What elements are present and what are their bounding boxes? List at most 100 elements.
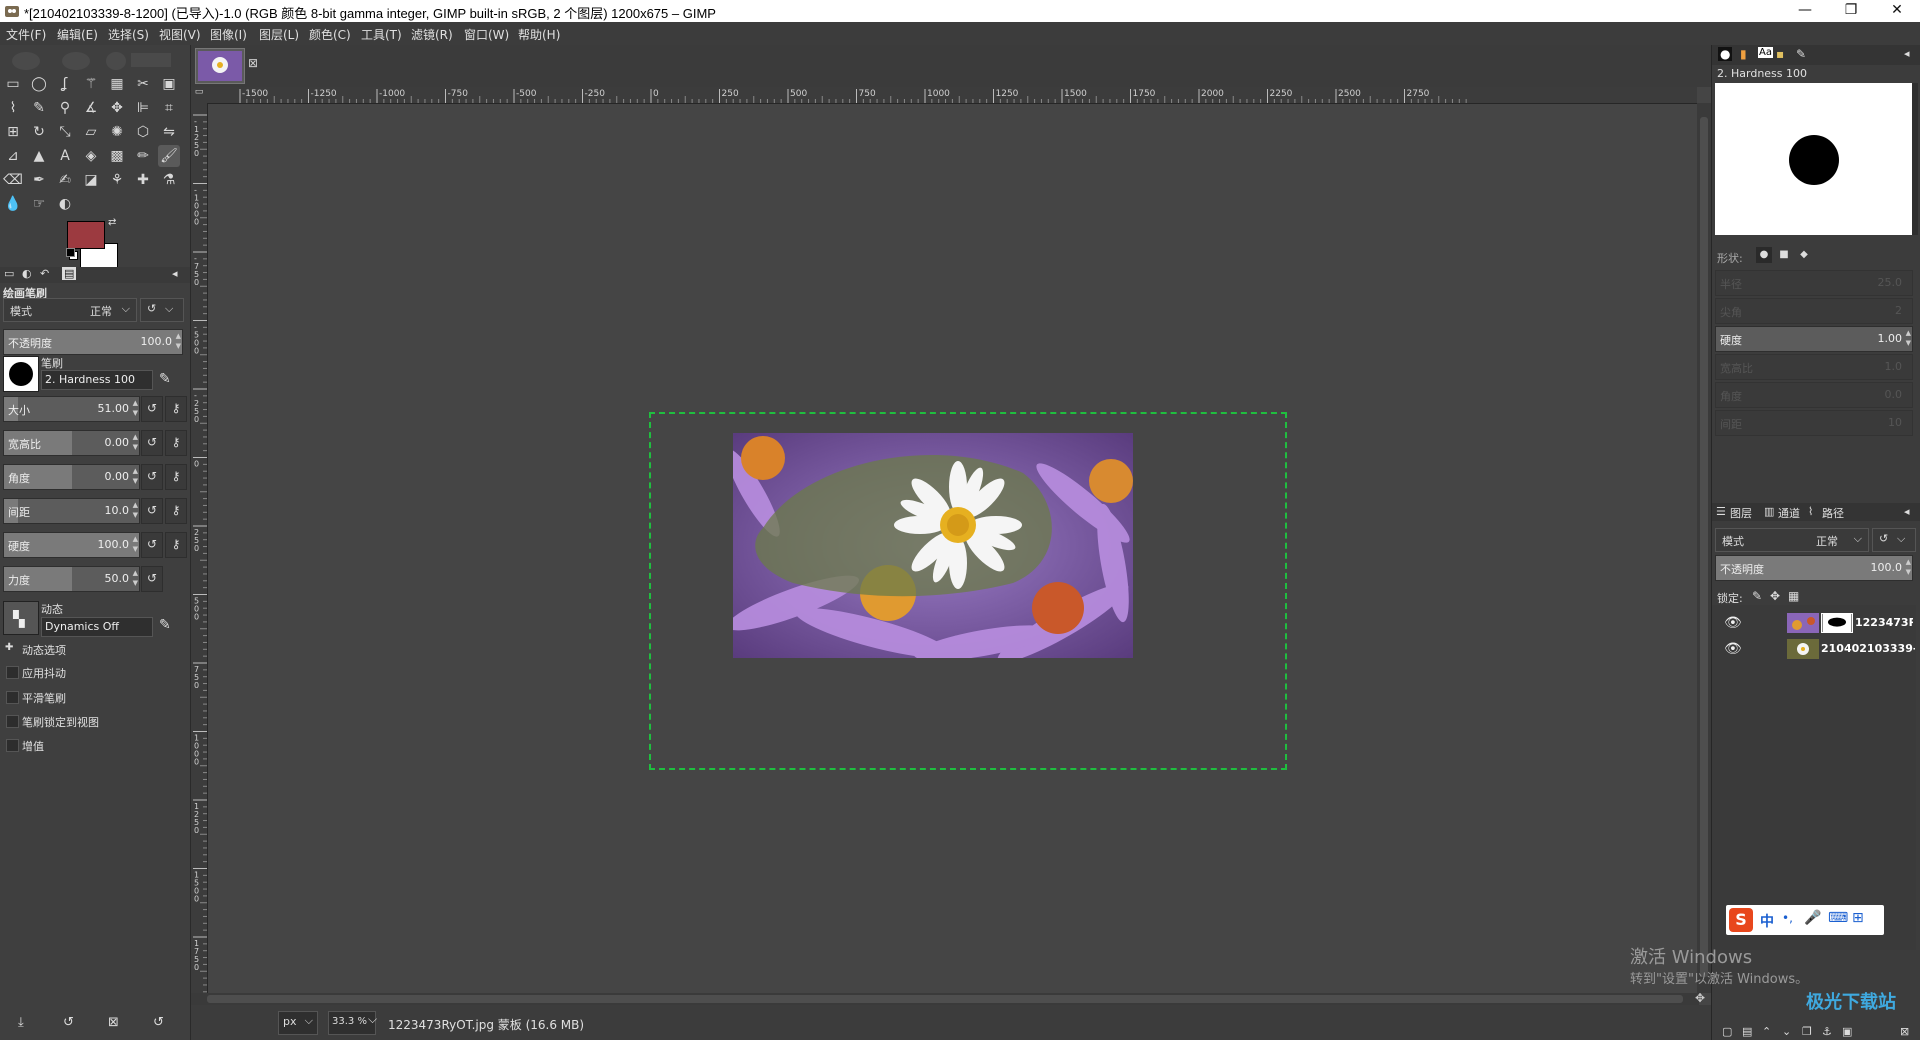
fonts-tab-icon[interactable]: Aa [1758,47,1773,58]
edit-dynamics-icon[interactable]: ✎ [159,617,171,633]
dodge-burn-icon[interactable]: ◐ [54,193,76,215]
reset-spacing-icon[interactable]: ↺ [141,498,163,524]
lock-position-icon[interactable]: ✥ [1770,589,1780,603]
opacity-slider[interactable]: 不透明度 100.0 ▲ ▼ [3,329,183,355]
edit-brush-icon[interactable]: ✎ [159,371,171,387]
reset-aspect-icon[interactable]: ↺ [141,430,163,456]
brush-aspect-slider[interactable]: 宽高比 1.0 [1715,354,1913,380]
configure-tab-icon[interactable]: ◂ [172,267,178,280]
horizontal-scrollbar[interactable] [191,993,1699,1005]
layer-composite-combo[interactable]: ↺ ⌵ [1872,528,1916,552]
aspect-slider[interactable]: 宽高比 0.00 ▲ ▼ [3,430,140,456]
spin-arrows-icon[interactable]: ▲ ▼ [133,534,138,554]
mode-combo[interactable]: 模式 正常 ⌵ [3,298,137,322]
fill-icon[interactable]: ◈ [80,145,102,167]
delete-layer-icon[interactable]: ⊠ [1900,1025,1909,1038]
mypaint-brushes-tab-icon[interactable]: ✎ [1796,47,1806,61]
align-icon[interactable]: ⊫ [132,97,154,119]
raise-layer-icon[interactable]: ⌃ [1762,1025,1771,1038]
scale-icon[interactable]: ⤡ [54,121,76,143]
free-select-icon[interactable]: ʆ [54,73,76,95]
add-mask-icon[interactable]: ▣ [1842,1025,1852,1038]
spin-arrows-icon[interactable]: ▲ ▼ [1906,328,1911,348]
spin-arrows-icon[interactable]: ▲ ▼ [133,500,138,520]
channels-tab[interactable]: 通道 [1778,505,1800,521]
image-content[interactable] [733,433,1133,658]
duplicate-layer-icon[interactable]: ❐ [1802,1025,1812,1038]
close-button[interactable]: ✕ [1874,0,1920,22]
menu-windows[interactable]: 窗口(W) [464,26,509,43]
warp-icon[interactable]: ✺ [106,121,128,143]
spin-arrows-icon[interactable]: ▲ ▼ [133,398,138,418]
airbrush-icon[interactable]: ✒ [28,169,50,191]
menu-image[interactable]: 图像(I) [210,26,247,43]
spin-arrows-icon[interactable]: ▲ ▼ [1906,557,1911,577]
unified-transform-icon[interactable]: ⊞ [2,121,24,143]
default-colors-icon[interactable] [66,248,78,260]
layers-tab[interactable]: 图层 [1730,505,1752,521]
link-size-icon[interactable]: ⚷ [165,396,187,422]
undo-history-tab-icon[interactable]: ↶ [40,267,49,280]
cage-icon[interactable]: ⬡ [132,121,154,143]
gradient-icon[interactable]: ▩ [106,145,128,167]
color-picker-icon[interactable]: ✎ [28,97,50,119]
square-shape-icon[interactable]: ■ [1776,247,1792,263]
bucket-fill-icon[interactable]: ▲ [28,145,50,167]
tool-options-tab-icon[interactable]: ▭ [4,267,14,280]
smudge-icon[interactable]: ☞ [28,193,50,215]
menu-file[interactable]: 文件(F) [6,26,46,43]
menu-filters[interactable]: 滤镜(R) [411,26,453,43]
unit-combo[interactable]: px ⌵ [278,1011,318,1035]
clone-icon[interactable]: ⚘ [106,169,128,191]
diamond-shape-icon[interactable]: ◆ [1796,247,1812,263]
menu-view[interactable]: 视图(V) [159,26,201,43]
spin-arrows-icon[interactable]: ▲ ▼ [176,331,181,351]
palettes-tab-icon[interactable]: ▪ [1776,47,1784,61]
ellipse-select-icon[interactable]: ◯ [28,73,50,95]
anchor-layer-icon[interactable]: ⚓ [1822,1025,1832,1038]
minimize-button[interactable]: — [1782,0,1828,22]
expander-plus-icon[interactable]: ✚ [5,642,13,653]
brush-name-field[interactable]: 2. Hardness 100 [41,370,153,390]
menu-help[interactable]: 帮助(H) [518,26,560,43]
menu-colors[interactable]: 颜色(C) [309,26,351,43]
brush-angle-slider[interactable]: 角度 0.0 [1715,382,1913,408]
perspective-clone-icon[interactable]: ⚗ [158,169,180,191]
paintbrush-icon[interactable]: 🖌 [158,145,180,167]
horizontal-ruler[interactable]: -1500 -1250 -1000 -750 -500 -250 0 250 500 750 100… [207,87,1697,104]
foreground-select-icon[interactable]: ▣ [158,73,180,95]
menu-tools[interactable]: 工具(T) [361,26,402,43]
scissors-icon[interactable]: ✂ [132,73,154,95]
spin-arrows-icon[interactable]: ▲ ▼ [133,568,138,588]
hardness-slider[interactable]: 硬度 100.0 ▲ ▼ [3,532,140,558]
delete-options-icon[interactable]: ⊠ [108,1015,119,1030]
link-hardness-icon[interactable]: ⚷ [165,532,187,558]
swap-colors-icon[interactable]: ⇄ [108,217,116,228]
menu-layer[interactable]: 图层(L) [259,26,299,43]
spikes-slider[interactable]: 尖角 2 [1715,298,1913,324]
image-tab[interactable] [195,48,245,84]
dynamics-options-expander[interactable]: 动态选项 [22,642,66,658]
reset-size-icon[interactable]: ↺ [141,396,163,422]
layer-mask-thumbnail[interactable] [1821,613,1853,633]
lock-brush-view-checkbox[interactable] [6,715,19,728]
quick-mask-corner-icon[interactable]: ▭ [191,87,207,103]
brush-hardness-slider[interactable]: 硬度 1.00 ▲ ▼ [1715,326,1913,352]
maximize-button[interactable]: ❐ [1828,0,1874,22]
images-tab-icon[interactable]: ▤ [62,267,77,280]
chevron-down-icon[interactable]: ⌵ [368,1012,377,1027]
rect-select-icon[interactable]: ▭ [2,73,24,95]
link-spacing-icon[interactable]: ⚷ [165,498,187,524]
radius-slider[interactable]: 半径 25.0 [1715,270,1913,296]
menu-select[interactable]: 选择(S) [108,26,149,43]
punctuation-toggle[interactable]: •, [1782,911,1793,925]
visibility-eye-icon[interactable]: 👁 [1724,615,1742,631]
close-tab-icon[interactable]: ⊠ [248,56,258,70]
foreground-color-swatch[interactable] [67,221,105,249]
dynamics-preview-button[interactable]: ▚ [3,601,39,635]
spacing-slider[interactable]: 间距 10.0 ▲ ▼ [3,498,140,524]
layer-row[interactable]: 👁 1223473RyOT [1717,611,1913,635]
angle-slider[interactable]: 角度 0.00 ▲ ▼ [3,464,140,490]
incremental-checkbox[interactable] [6,739,19,752]
horizontal-scroll-thumb[interactable] [207,995,1683,1003]
